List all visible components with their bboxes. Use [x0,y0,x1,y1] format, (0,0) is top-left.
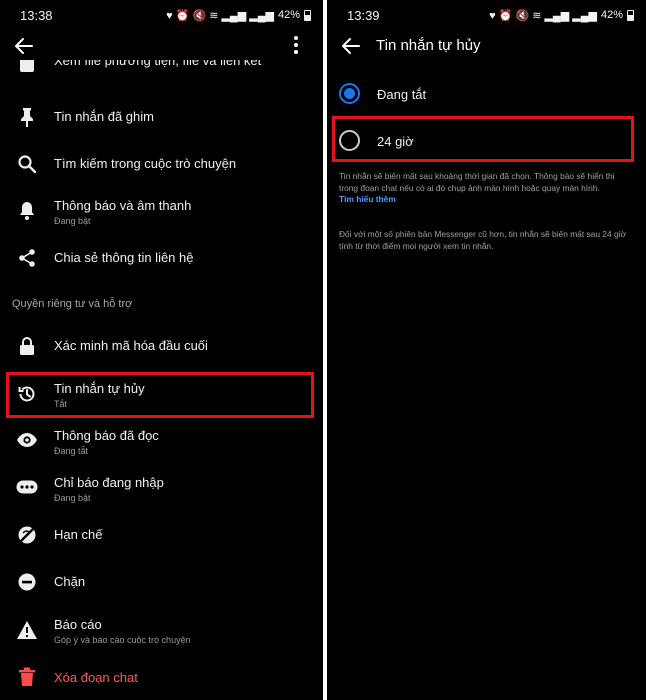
block-item[interactable]: Chặn [0,565,323,599]
typing-icon [16,476,38,498]
back-arrow-icon[interactable] [12,34,36,58]
share-contact-item[interactable]: Chia sẻ thông tin liên hệ [0,241,323,275]
read-receipts-label: Thông báo đã đọc [54,428,159,443]
top-bar: Tin nhắn tự hủy [327,30,646,64]
privacy-section-header: Quyền riêng tư và hỗ trợ [12,298,133,310]
typing-indicator-label: Chỉ báo đang nhập [54,475,164,490]
typing-indicator-status: Đang bật [54,493,91,503]
older-versions-text: Đối với một số phiên bản Messenger cũ hơ… [339,229,626,251]
radio-selected[interactable] [339,83,360,104]
status-time: 13:39 [347,7,380,23]
battery-percent: 42% [277,9,300,21]
highlight-box [6,372,314,418]
battery-percent: 42% [600,9,623,21]
eye-icon [16,429,38,451]
share-contact-label: Chia sẻ thông tin liên hệ [54,250,194,265]
status-icons: ♥ ⏰ 🔇 ≋ ▂▄▆ ▂▄▆ 42% [166,9,311,22]
media-icon [16,60,38,76]
status-bar: 13:39 ♥ ⏰ 🔇 ≋ ▂▄▆ ▂▄▆ 42% [327,0,646,30]
more-options-icon[interactable] [293,36,299,58]
battery-icon [304,9,311,21]
report-label: Báo cáo [54,617,102,632]
restrict-icon [16,524,38,546]
notifications-sounds-label: Thông báo và âm thanh [54,198,192,213]
status-icon-row: ♥ ⏰ 🔇 ≋ ▂▄▆ ▂▄▆ [489,9,597,22]
bell-icon [16,200,38,222]
delete-chat-item[interactable]: Xóa đoạn chat [0,661,323,695]
pinned-messages-item[interactable]: Tin nhắn đã ghim [0,100,323,134]
back-arrow-icon[interactable] [339,34,363,58]
report-item[interactable]: Báo cáo Góp ý và báo cáo cuộc trò chuyện [0,610,323,652]
battery-icon [627,9,634,21]
notifications-sounds-status: Đang bật [54,216,91,226]
left-screen: 13:38 ♥ ⏰ 🔇 ≋ ▂▄▆ ▂▄▆ 42% Xem file phươn… [0,0,323,700]
block-label: Chặn [54,574,86,589]
lock-icon [16,335,38,357]
top-bar [0,30,323,64]
read-receipts-status: Đang tắt [54,446,89,456]
status-icons: ♥ ⏰ 🔇 ≋ ▂▄▆ ▂▄▆ 42% [489,9,634,22]
verify-encryption-label: Xác minh mã hóa đầu cuối [54,338,208,353]
notifications-sounds-item[interactable]: Thông báo và âm thanh Đang bật [0,190,323,234]
option-off-label: Đang tắt [377,87,427,102]
page-title: Tin nhắn tự hủy [376,37,481,54]
warning-icon [16,619,38,641]
option-off[interactable]: Đang tắt [327,74,646,114]
typing-indicator-item[interactable]: Chỉ báo đang nhập Đang bật [0,468,323,508]
verify-encryption-item[interactable]: Xác minh mã hóa đầu cuối [0,329,323,363]
restrict-item[interactable]: Hạn chế [0,518,323,552]
learn-more-link[interactable]: Tìm hiểu thêm [339,194,632,206]
pin-icon [16,106,38,128]
restrict-label: Hạn chế [54,527,103,542]
status-time: 13:38 [20,7,53,23]
delete-chat-label: Xóa đoạn chat [54,670,138,685]
media-files-item[interactable]: Xem file phương tiện, file và liên kết [0,60,323,80]
highlight-box [332,116,634,162]
trash-icon [16,666,38,688]
search-in-chat-label: Tìm kiếm trong cuộc trò chuyện [54,156,237,171]
status-icon-row: ♥ ⏰ 🔇 ≋ ▂▄▆ ▂▄▆ [166,9,274,22]
read-receipts-item[interactable]: Thông báo đã đọc Đang tắt [0,421,323,461]
block-icon [16,571,38,593]
search-icon [16,153,38,175]
right-screen: 13:39 ♥ ⏰ 🔇 ≋ ▂▄▆ ▂▄▆ 42% Tin nhắn tự hủ… [327,0,646,700]
report-description: Góp ý và báo cáo cuộc trò chuyện [54,635,191,645]
older-versions-note: Đối với một số phiên bản Messenger cũ hơ… [339,229,632,252]
media-files-label: Xem file phương tiện, file và liên kết [54,60,262,68]
info-paragraph: Tin nhắn sẽ biến mất sau khoảng thời gia… [339,171,615,193]
disappearing-info-text: Tin nhắn sẽ biến mất sau khoảng thời gia… [339,171,632,206]
pinned-messages-label: Tin nhắn đã ghim [54,109,154,124]
search-in-chat-item[interactable]: Tìm kiếm trong cuộc trò chuyện [0,147,323,181]
status-bar: 13:38 ♥ ⏰ 🔇 ≋ ▂▄▆ ▂▄▆ 42% [0,0,323,30]
share-icon [16,247,38,269]
